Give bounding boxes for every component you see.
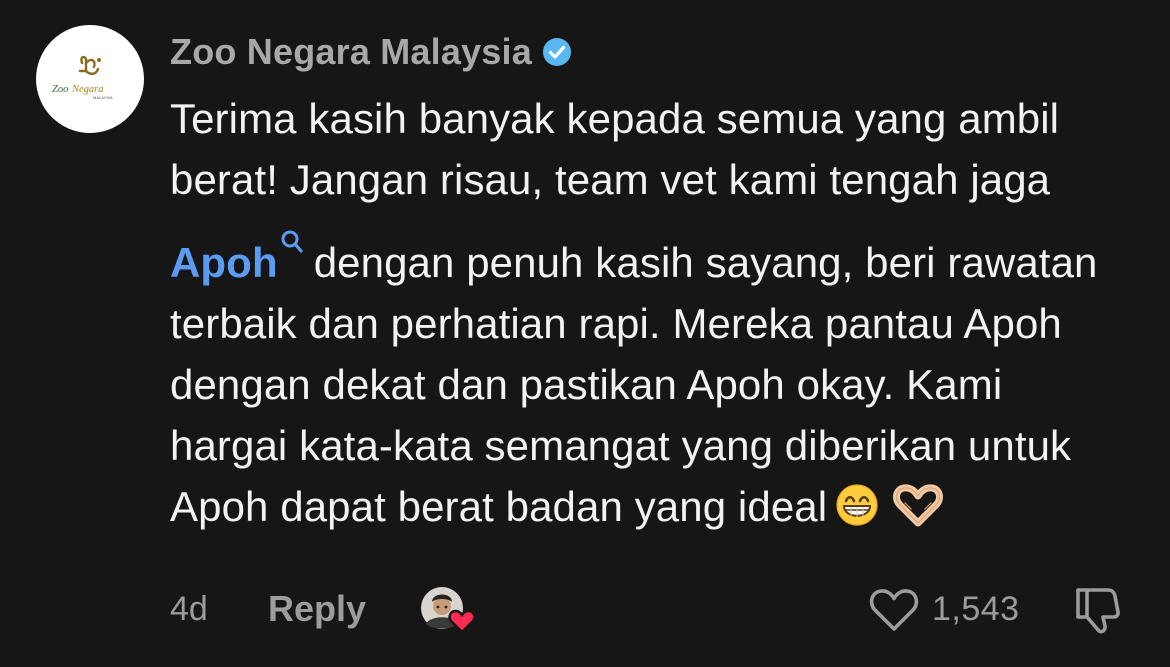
heart-icon xyxy=(448,609,476,634)
svg-text:Zoo: Zoo xyxy=(52,84,68,95)
search-icon[interactable] xyxy=(280,210,304,253)
author-avatar[interactable]: Zoo Negara MALAYSIA xyxy=(36,25,144,133)
svg-text:Negara: Negara xyxy=(71,84,104,95)
svg-text:MALAYSIA: MALAYSIA xyxy=(93,95,113,100)
author-name[interactable]: Zoo Negara Malaysia xyxy=(170,31,532,73)
like-count: 1,543 xyxy=(932,590,1020,628)
verified-badge-icon xyxy=(542,37,572,67)
comment-footer: 4d Reply 1,543 xyxy=(170,582,1130,636)
apoh-search-link[interactable]: Apoh xyxy=(170,239,278,286)
creator-liked-badge xyxy=(418,584,478,636)
reply-button[interactable]: Reply xyxy=(268,588,366,630)
heart-hands-icon xyxy=(891,482,945,527)
dislike-icon[interactable] xyxy=(1070,584,1124,636)
comment-item: Zoo Negara MALAYSIA Zoo Negara Malaysia … xyxy=(0,0,1170,667)
comment-text-part: Terima kasih banyak kepada semua yang am… xyxy=(170,95,1060,203)
zoo-negara-logo: Zoo Negara MALAYSIA xyxy=(52,55,113,100)
comment-timestamp: 4d xyxy=(170,590,208,628)
comment-text-part: dengan penuh kasih sayang, beri rawatan … xyxy=(170,239,1098,530)
grinning-face-icon xyxy=(835,482,879,526)
author-row: Zoo Negara Malaysia xyxy=(170,28,572,76)
comment-text: Terima kasih banyak kepada semua yang am… xyxy=(170,88,1130,537)
like-heart-icon[interactable] xyxy=(868,586,920,634)
